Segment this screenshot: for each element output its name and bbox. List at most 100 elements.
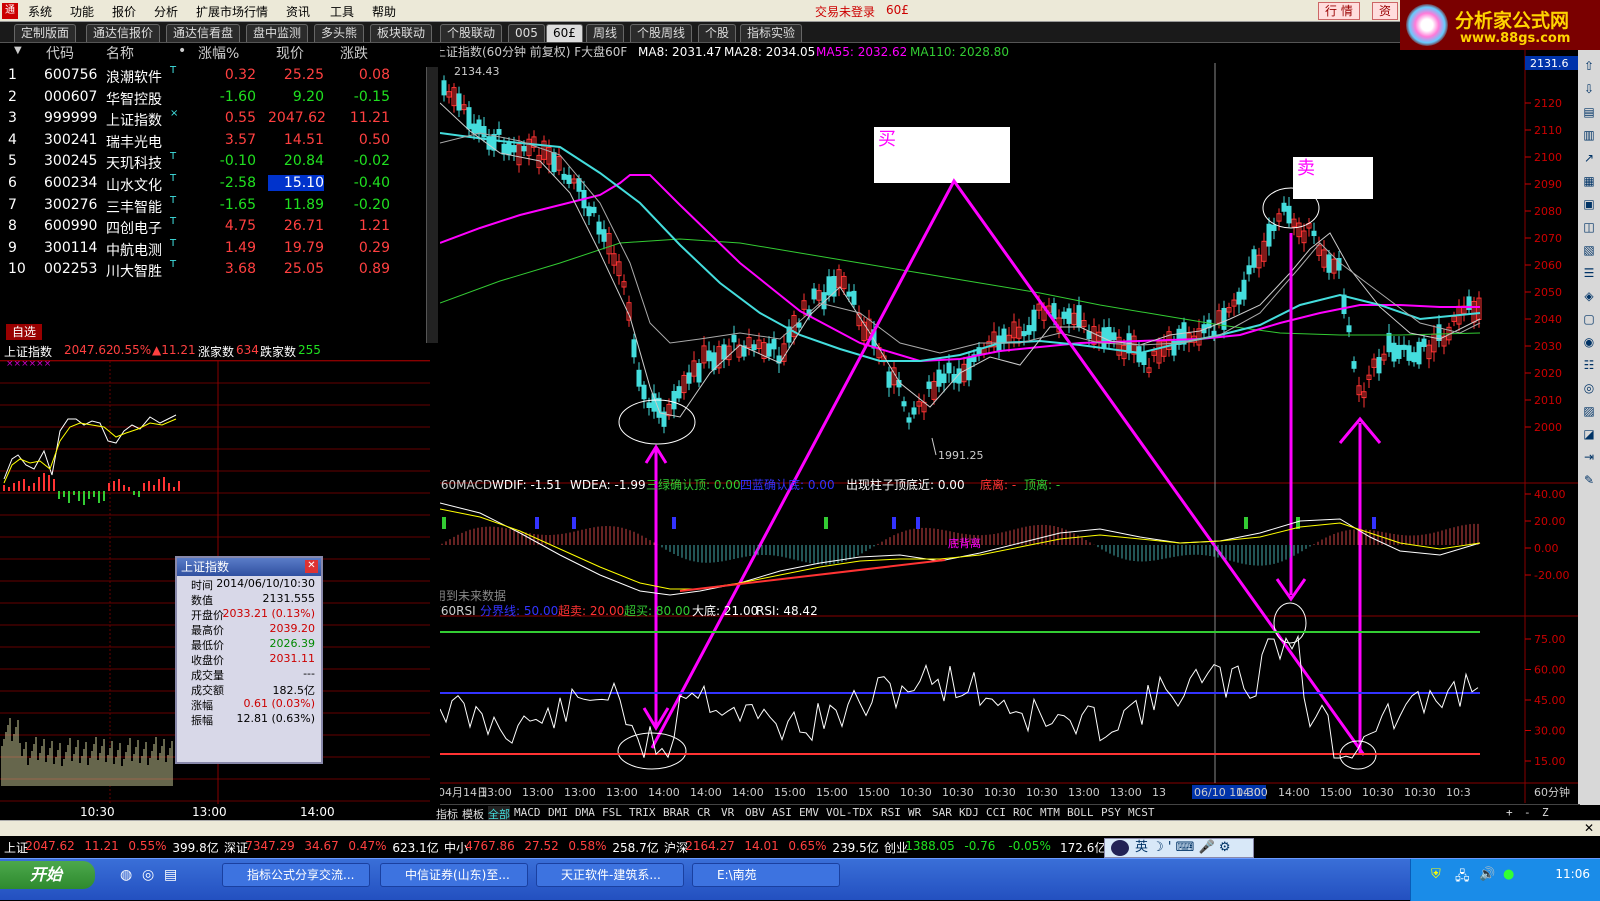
menu-function[interactable]: 功能 xyxy=(70,3,94,20)
tab-005[interactable]: 005 xyxy=(508,24,545,42)
toolbar-tool-icon[interactable]: ▢ xyxy=(1581,311,1597,327)
close-icon[interactable]: ✕ xyxy=(1584,821,1594,835)
indicator-tab-asi[interactable]: ASI xyxy=(772,806,792,819)
index-detail-popup[interactable]: 上证指数 ✕ 时间 2014/06/10/10:30 数值 2131.555 开盘价 20… xyxy=(175,556,323,764)
trade-login-status[interactable]: 交易未登录 xyxy=(815,3,875,20)
indicator-tab-obv[interactable]: OBV xyxy=(745,806,765,819)
tab-stock[interactable]: 个股 xyxy=(698,24,737,42)
tab-bull-bear[interactable]: 多头熊 xyxy=(314,24,365,42)
menu-help[interactable]: 帮助 xyxy=(372,3,396,20)
toolbar-tool-icon[interactable]: ◎ xyxy=(1581,380,1597,396)
indicator-tab-trix[interactable]: TRIX xyxy=(629,806,656,819)
quote-mode-button[interactable]: 行 情 xyxy=(1318,2,1360,20)
tab-stock-link[interactable]: 个股联动 xyxy=(440,24,503,42)
indicator-tab-brar[interactable]: BRAR xyxy=(663,806,690,819)
col-header-code[interactable]: 代码 xyxy=(46,43,74,63)
indicator-tab-vol-tdx[interactable]: VOL-TDX xyxy=(826,806,872,819)
tab-60f[interactable]: 60£ xyxy=(546,24,583,42)
quicklaunch-ie-icon[interactable]: ◍ xyxy=(120,867,132,883)
tab-intraday-monitor[interactable]: 盘中监测 xyxy=(246,24,309,42)
toolbar-tool-icon[interactable]: ☰ xyxy=(1581,265,1597,281)
start-button[interactable]: 开始 xyxy=(0,861,95,889)
table-row[interactable]: 9 300114 中航电测 T 1.49 19.79 0.29 xyxy=(0,238,430,260)
table-row[interactable]: 10 002253 川大智胜 T 3.68 25.05 0.89 xyxy=(0,259,430,281)
table-row[interactable]: 3 999999 上证指数 × 0.55 2047.62 11.21 xyxy=(0,108,430,130)
close-icon[interactable]: ✕ xyxy=(305,560,318,573)
toolbar-tool-icon[interactable]: ☷ xyxy=(1581,357,1597,373)
toolbar-tool-icon[interactable]: ▥ xyxy=(1581,127,1597,143)
quicklaunch-browser-icon[interactable]: ◎ xyxy=(142,867,154,883)
table-row[interactable]: 4 300241 瑞丰光电 3.57 14.51 0.50 xyxy=(0,130,430,152)
indicator-tab-wr[interactable]: WR xyxy=(908,806,921,819)
tab-sector-link[interactable]: 板块联动 xyxy=(370,24,433,42)
indicator-tab-cr[interactable]: CR xyxy=(697,806,710,819)
indicator-tab-dma[interactable]: DMA xyxy=(575,806,595,819)
menu-analysis[interactable]: 分析 xyxy=(154,3,178,20)
indicator-tab-macd[interactable]: MACD xyxy=(514,806,541,819)
indicator-tab-sar[interactable]: SAR xyxy=(932,806,952,819)
table-row[interactable]: 8 600990 四创电子 T 4.75 26.71 1.21 xyxy=(0,216,430,238)
indicator-tab-mtm[interactable]: MTM xyxy=(1040,806,1060,819)
menu-news[interactable]: 资讯 xyxy=(286,3,310,20)
sort-chevron-icon[interactable]: ▼ xyxy=(14,45,22,56)
indicator-tab-psy[interactable]: PSY xyxy=(1101,806,1121,819)
toolbar-tool-icon[interactable]: ◫ xyxy=(1581,219,1597,235)
zoom-in-button[interactable]: + xyxy=(1506,806,1513,819)
tab-tdx-quote[interactable]: 通达信报价 xyxy=(86,24,161,42)
tab-indicator-lab[interactable]: 指标实验 xyxy=(740,24,803,42)
toolbar-tool-icon[interactable]: ⇥ xyxy=(1581,449,1597,465)
table-row[interactable]: 1 600756 浪潮软件 T 0.32 25.25 0.08 xyxy=(0,65,430,87)
indicator-tab-cci[interactable]: CCI xyxy=(986,806,1006,819)
indicator-tab-rsi[interactable]: RSI xyxy=(881,806,901,819)
tray-network-icon[interactable]: 🖧 xyxy=(1455,867,1470,889)
indicator-tab-boll[interactable]: BOLL xyxy=(1067,806,1094,819)
menu-extended-market[interactable]: 扩展市场行情 xyxy=(196,3,268,20)
watchlist-tab[interactable]: 自选 xyxy=(6,324,43,340)
ime-logo-icon[interactable] xyxy=(1111,840,1129,856)
toolbar-tool-icon[interactable]: ▦ xyxy=(1581,173,1597,189)
col-header-flag[interactable]: • xyxy=(178,43,186,59)
indicator-tab-fsl[interactable]: FSL xyxy=(602,806,622,819)
quicklaunch-desktop-icon[interactable]: ▤ xyxy=(164,867,177,883)
col-header-price[interactable]: 现价 xyxy=(276,43,304,63)
toolbar-tool-icon[interactable]: ⇩ xyxy=(1581,81,1597,97)
task-tangent[interactable]: 天正软件-建筑系... xyxy=(536,863,684,887)
task-explorer[interactable]: E:\南苑 xyxy=(692,863,840,887)
reset-zoom-button[interactable]: Z xyxy=(1542,806,1549,819)
menu-system[interactable]: 系统 xyxy=(28,3,52,20)
indicator-tab-roc[interactable]: ROC xyxy=(1013,806,1033,819)
toolbar-tool-icon[interactable]: ▤ xyxy=(1581,104,1597,120)
tray-security-icon[interactable]: ● xyxy=(1503,867,1514,882)
info-mode-button[interactable]: 资 xyxy=(1372,2,1399,20)
indicator-tab-dmi[interactable]: DMI xyxy=(548,806,568,819)
table-row[interactable]: 7 300276 三丰智能 T -1.65 11.89 -0.20 xyxy=(0,195,430,217)
menu-quote[interactable]: 报价 xyxy=(112,3,136,20)
tab-tdx-watch[interactable]: 通达信看盘 xyxy=(166,24,241,42)
toolbar-tool-icon[interactable]: ✎ xyxy=(1581,472,1597,488)
col-header-name[interactable]: 名称 xyxy=(106,43,134,63)
ime-status[interactable]: 英 ☽ ' ⌨ 🎤 ⚙ xyxy=(1135,840,1231,855)
task-broker[interactable]: 中信证券(山东)至... xyxy=(380,863,528,887)
toolbar-tool-icon[interactable]: ⇧ xyxy=(1581,58,1597,74)
col-header-pct[interactable]: 涨幅% xyxy=(198,43,239,63)
popup-titlebar[interactable]: 上证指数 ✕ xyxy=(177,558,321,576)
toolbar-tool-icon[interactable]: ▧ xyxy=(1581,242,1597,258)
zoom-out-button[interactable]: - xyxy=(1524,806,1531,819)
toolbar-tool-icon[interactable]: ↗ xyxy=(1581,150,1597,166)
table-row[interactable]: 5 300245 天玑科技 T -0.10 20.84 -0.02 xyxy=(0,151,430,173)
ime-toolbar[interactable]: 英 ☽ ' ⌨ 🎤 ⚙ xyxy=(1104,838,1254,858)
toolbar-tool-icon[interactable]: ▨ xyxy=(1581,403,1597,419)
tab-stock-weekly[interactable]: 个股周线 xyxy=(630,24,693,42)
table-row[interactable]: 6 600234 山水文化 T -2.58 15.10 -0.40 xyxy=(0,173,430,195)
indicator-tab-emv[interactable]: EMV xyxy=(799,806,819,819)
list-scrollbar[interactable] xyxy=(426,67,438,343)
toolbar-tool-icon[interactable]: ◪ xyxy=(1581,426,1597,442)
indicator-tab-vr[interactable]: VR xyxy=(721,806,734,819)
toolbar-tool-icon[interactable]: ◉ xyxy=(1581,334,1597,350)
horizontal-scrollbar[interactable]: ✕ xyxy=(0,820,1600,836)
tray-shield-icon[interactable]: ⛨ xyxy=(1431,867,1441,882)
toolbar-tool-icon[interactable]: ◈ xyxy=(1581,288,1597,304)
tab-custom-layout[interactable]: 定制版面 xyxy=(14,24,77,42)
col-header-change[interactable]: 涨跌 xyxy=(340,43,368,63)
indicator-tab-kdj[interactable]: KDJ xyxy=(959,806,979,819)
